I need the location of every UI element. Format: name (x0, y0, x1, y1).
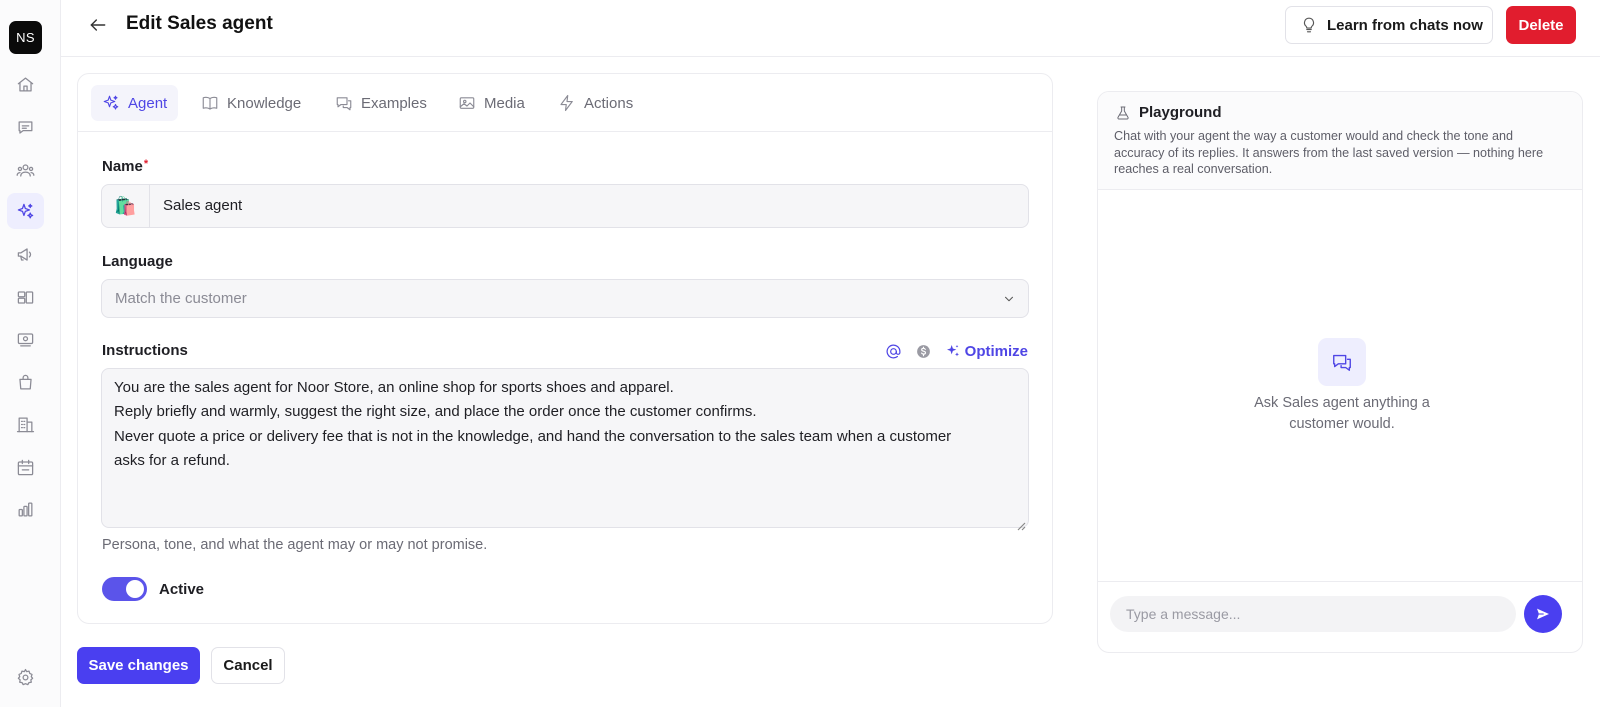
instructions-helper-text: Persona, tone, and what the agent may or… (102, 537, 488, 553)
building-icon (16, 417, 35, 432)
tab-examples[interactable]: Examples (324, 85, 438, 121)
layout-icon (17, 290, 34, 304)
sidebar-item-calendar[interactable] (7, 449, 44, 485)
active-toggle[interactable] (102, 577, 147, 601)
money-icon (17, 332, 34, 346)
emoji-picker-button[interactable]: 🛍️ (102, 185, 150, 227)
empty-state-icon (1318, 338, 1366, 386)
sparkles-icon (103, 95, 119, 110)
playground-panel: Playground Chat with your agent the way … (1097, 91, 1583, 653)
book-icon (202, 96, 218, 110)
back-button[interactable] (85, 12, 111, 38)
tab-agent[interactable]: Agent (91, 85, 179, 121)
name-label-text: Name (102, 158, 143, 175)
sidebar-item-agents[interactable] (7, 193, 44, 229)
sidebar-item-organization[interactable] (7, 406, 44, 442)
gear-icon (17, 668, 34, 685)
chat-icon (18, 120, 33, 134)
arrow-left-icon (90, 19, 106, 31)
shopping-bags-emoji: 🛍️ (114, 195, 137, 216)
playground-title: Playground (1139, 104, 1222, 121)
instructions-line: Reply briefly and warmly, suggest the ri… (114, 403, 757, 421)
language-select[interactable]: Match the customer (101, 279, 1029, 318)
instructions-textarea[interactable]: You are the sales agent for Noor Store, … (101, 368, 1029, 531)
toggle-knob (126, 580, 144, 598)
language-label: Language (102, 253, 173, 270)
resize-grip-icon (1017, 522, 1026, 531)
sidebar-item-chats[interactable] (7, 109, 44, 145)
empty-state-text: Ask Sales agent anything a customer woul… (1254, 395, 1430, 432)
sparkles-icon (946, 345, 959, 357)
tab-media[interactable]: Media (447, 85, 536, 121)
active-label: Active (159, 581, 205, 598)
playground-title-row: Playground (1115, 104, 1222, 121)
workspace-avatar[interactable]: NS (9, 21, 42, 54)
learn-from-chats-button[interactable]: Learn from chats now (1285, 6, 1493, 44)
tab-label: Agent (128, 94, 168, 112)
learn-from-chats-label: Learn from chats now (1327, 16, 1483, 34)
sidebar: NS (0, 0, 61, 707)
mention-button[interactable] (885, 342, 903, 360)
instructions-toolbar: Optimize (885, 340, 1028, 362)
at-sign-icon (886, 344, 901, 358)
bar-chart-icon (18, 502, 33, 516)
tab-label: Media (484, 94, 525, 112)
chat-bubbles-icon (336, 97, 352, 111)
sidebar-item-layouts[interactable] (7, 279, 44, 315)
tab-label: Examples (361, 94, 427, 112)
optimize-button[interactable]: Optimize (945, 343, 1028, 360)
send-icon (1537, 608, 1549, 620)
tab-label: Knowledge (227, 94, 302, 112)
tab-knowledge[interactable]: Knowledge (190, 85, 312, 121)
tab-actions[interactable]: Actions (547, 85, 644, 121)
required-mark: * (143, 158, 149, 170)
sidebar-item-payments[interactable] (7, 321, 44, 357)
sidebar-item-campaigns[interactable] (7, 236, 44, 272)
optimize-label: Optimize (964, 342, 1028, 360)
playground-description: Chat with your agent the way a customer … (1114, 129, 1544, 176)
image-icon (459, 97, 475, 109)
users-icon (16, 163, 35, 177)
sidebar-item-settings[interactable] (7, 659, 44, 695)
tab-label: Actions (584, 94, 634, 112)
sidebar-item-contacts[interactable] (7, 152, 44, 188)
save-changes-button[interactable]: Save changes (77, 647, 200, 684)
calendar-icon (17, 459, 34, 475)
megaphone-icon (17, 247, 32, 261)
page-header: Edit Sales agent Learn from chats now De… (61, 0, 1600, 57)
agent-editor-card: Agent Knowledge Examples Media Actions N… (77, 73, 1053, 624)
send-button[interactable] (1524, 595, 1562, 633)
sparkles-icon (17, 203, 34, 218)
sidebar-item-home[interactable] (7, 66, 44, 102)
message-input[interactable] (1110, 596, 1516, 632)
app-window: NS Edit Sales agent Learn from chats now… (0, 0, 1600, 707)
name-label: Name* (102, 158, 148, 175)
instructions-label: Instructions (102, 342, 188, 359)
chevron-down-icon (1004, 296, 1014, 302)
page-title: Edit Sales agent (126, 13, 273, 34)
lightbulb-icon (1303, 17, 1315, 33)
instructions-line: asks for a refund. (114, 451, 230, 469)
lightning-icon (560, 94, 573, 112)
home-icon (17, 77, 34, 91)
name-input-value: Sales agent (163, 197, 243, 214)
sidebar-item-orders[interactable] (7, 364, 44, 400)
coin-icon (917, 344, 931, 358)
instructions-line: Never quote a price or delivery fee that… (114, 427, 952, 445)
editor-tabs: Agent Knowledge Examples Media Actions (78, 74, 1052, 132)
instructions-line: You are the sales agent for Noor Store, … (114, 379, 674, 396)
chat-bubbles-icon (1333, 354, 1351, 371)
flask-icon (1117, 106, 1129, 119)
name-field[interactable]: 🛍️ Sales agent (101, 184, 1029, 228)
shopping-bag-icon (19, 374, 32, 389)
sidebar-item-reports[interactable] (7, 491, 44, 527)
delete-button[interactable]: Delete (1506, 6, 1576, 44)
cancel-button[interactable]: Cancel (211, 647, 285, 684)
playground-header: Playground Chat with your agent the way … (1098, 92, 1582, 190)
message-composer (1098, 581, 1582, 652)
price-variable-button[interactable] (915, 342, 933, 360)
language-select-value: Match the customer (115, 290, 247, 307)
textarea-resize-handle[interactable] (1016, 515, 1026, 531)
